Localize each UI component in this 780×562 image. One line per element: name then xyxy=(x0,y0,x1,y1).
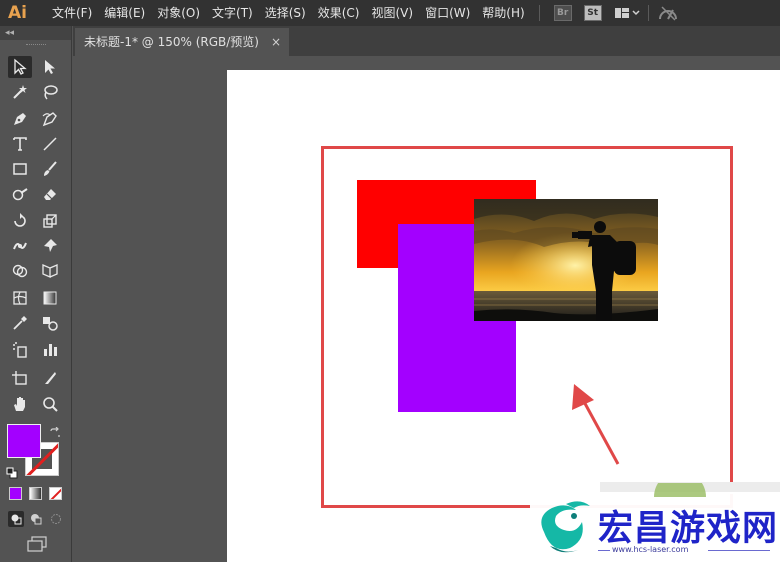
rectangle-tool-icon[interactable] xyxy=(8,158,32,180)
highlight-frame xyxy=(321,146,733,508)
watermark-rule-right xyxy=(708,550,770,551)
watermark-rule-left xyxy=(598,550,610,551)
watermark-globe-icon xyxy=(650,471,710,501)
swap-fill-stroke-icon[interactable] xyxy=(49,424,61,443)
app-logo: Ai xyxy=(8,3,27,23)
draw-behind-icon[interactable] xyxy=(29,511,43,530)
tools-panel-collapse[interactable]: ◂◂ xyxy=(0,26,71,40)
watermark-title: 宏昌游戏网 xyxy=(598,509,779,549)
direct-selection-tool-icon[interactable] xyxy=(38,56,62,78)
magic-wand-tool-icon[interactable] xyxy=(8,81,32,103)
shape-builder-tool-icon[interactable] xyxy=(8,260,32,282)
watermark-logo-icon xyxy=(530,496,596,562)
zoom-tool-icon[interactable] xyxy=(38,393,62,415)
puppet-warp-tool-icon[interactable] xyxy=(38,235,62,257)
workspace-layout-icon[interactable] xyxy=(614,6,640,20)
menubar-right-tools: Br St xyxy=(531,4,679,22)
pen-tool-icon[interactable] xyxy=(8,108,32,130)
line-segment-tool-icon[interactable] xyxy=(38,133,62,155)
menu-type[interactable]: 文字(T) xyxy=(206,0,259,26)
eraser-tool-icon[interactable] xyxy=(38,183,62,205)
tools-panel-grip[interactable] xyxy=(0,40,71,50)
color-mode-button[interactable] xyxy=(9,487,22,500)
menu-help[interactable]: 帮助(H) xyxy=(476,0,530,26)
draw-normal-icon[interactable] xyxy=(8,511,24,527)
shaper-tool-icon[interactable] xyxy=(8,183,32,205)
document-tab-bar: 未标题-1* @ 150% (RGB/预览) × xyxy=(73,26,780,56)
screen-mode-icon[interactable] xyxy=(26,536,48,556)
selection-tool-icon[interactable] xyxy=(8,56,32,78)
menubar-separator xyxy=(538,5,540,21)
curvature-tool-icon[interactable] xyxy=(38,108,62,130)
menu-bar: Ai 文件(F) 编辑(E) 对象(O) 文字(T) 选择(S) 效果(C) 视… xyxy=(0,0,780,26)
menubar-separator-2 xyxy=(647,5,649,21)
hand-tool-icon[interactable] xyxy=(8,393,32,415)
menu-window[interactable]: 窗口(W) xyxy=(419,0,476,26)
menu-select[interactable]: 选择(S) xyxy=(259,0,312,26)
gradient-mode-button[interactable] xyxy=(29,487,42,500)
mesh-tool-icon[interactable] xyxy=(8,287,32,309)
gpu-performance-icon[interactable] xyxy=(657,4,679,22)
close-tab-icon[interactable]: × xyxy=(271,28,281,56)
illustrator-window: Ai 文件(F) 编辑(E) 对象(O) 文字(T) 选择(S) 效果(C) 视… xyxy=(0,0,780,562)
stock-button[interactable]: St xyxy=(583,5,602,21)
perspective-grid-tool-icon[interactable] xyxy=(38,260,62,282)
symbol-sprayer-tool-icon[interactable] xyxy=(8,339,32,361)
menu-view[interactable]: 视图(V) xyxy=(365,0,419,26)
lasso-tool-icon[interactable] xyxy=(38,81,62,103)
paintbrush-tool-icon[interactable] xyxy=(38,158,62,180)
fill-color-swatch[interactable] xyxy=(7,424,41,458)
menu-effect[interactable]: 效果(C) xyxy=(312,0,366,26)
rotate-tool-icon[interactable] xyxy=(8,210,32,232)
scale-tool-icon[interactable] xyxy=(38,210,62,232)
column-graph-tool-icon[interactable] xyxy=(38,339,62,361)
gradient-tool-icon[interactable] xyxy=(38,287,62,309)
slice-tool-icon[interactable] xyxy=(38,367,62,389)
artboard-tool-icon[interactable] xyxy=(8,367,32,389)
watermark-url: www.hcs-laser.com xyxy=(612,545,689,554)
draw-inside-icon[interactable] xyxy=(49,511,63,530)
none-mode-button[interactable] xyxy=(49,487,62,500)
menu-edit[interactable]: 编辑(E) xyxy=(98,0,151,26)
blend-tool-icon[interactable] xyxy=(38,312,62,334)
menu-object[interactable]: 对象(O) xyxy=(151,0,206,26)
bridge-button[interactable]: Br xyxy=(553,5,572,21)
type-tool-icon[interactable] xyxy=(8,133,32,155)
default-fill-stroke-icon[interactable] xyxy=(6,464,18,483)
warp-tool-icon[interactable] xyxy=(8,235,32,257)
annotation-arrow-icon xyxy=(572,384,620,465)
menu-file[interactable]: 文件(F) xyxy=(46,0,98,26)
document-tab[interactable]: 未标题-1* @ 150% (RGB/预览) × xyxy=(75,28,289,56)
eyedropper-tool-icon[interactable] xyxy=(8,312,32,334)
document-tab-title: 未标题-1* @ 150% (RGB/预览) xyxy=(84,35,259,49)
menu-list: 文件(F) 编辑(E) 对象(O) 文字(T) 选择(S) 效果(C) 视图(V… xyxy=(34,0,531,26)
